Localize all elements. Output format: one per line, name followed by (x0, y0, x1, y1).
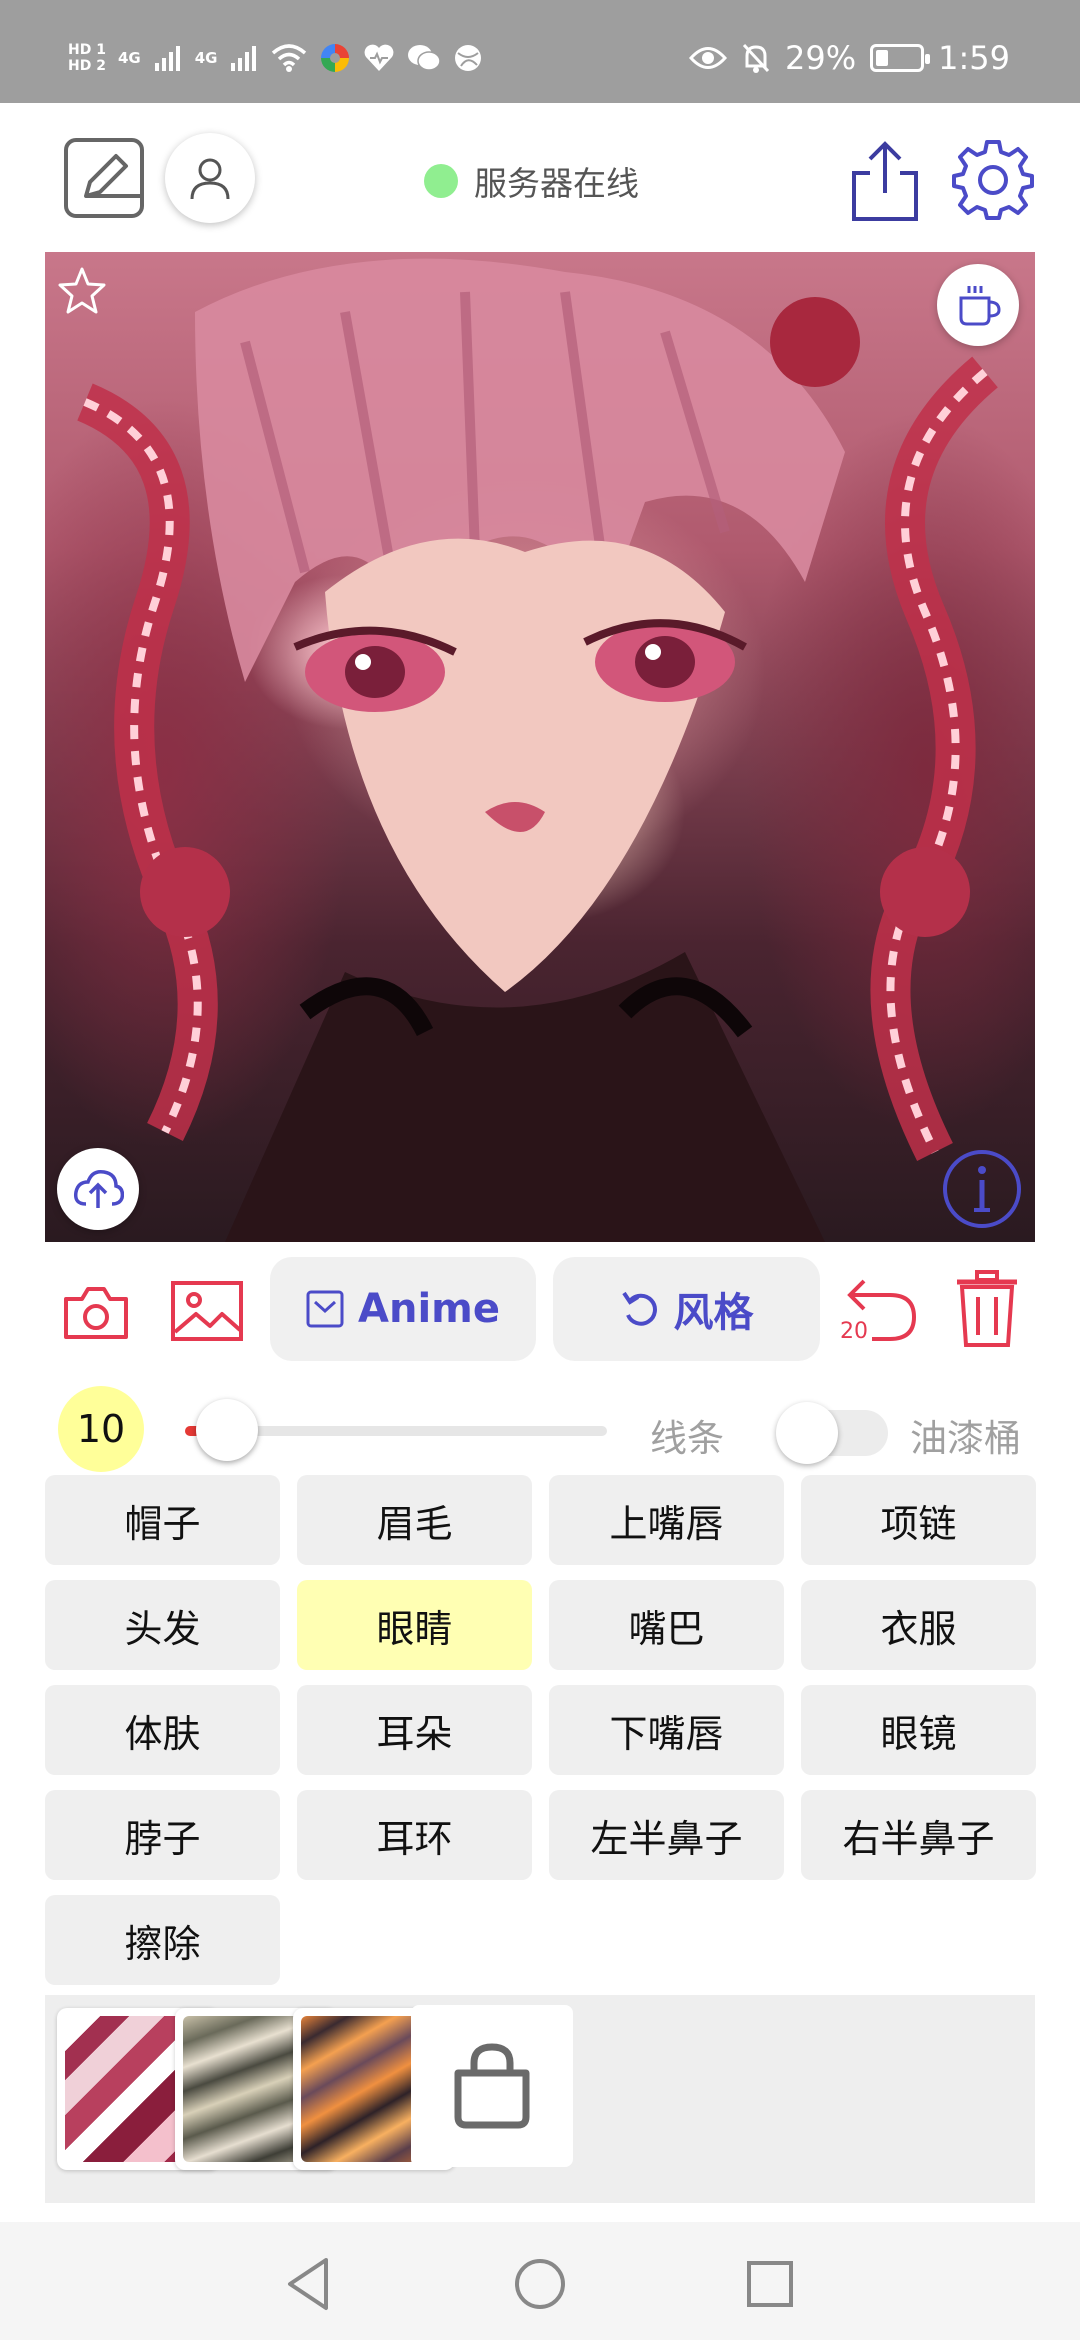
line-mode-label: 线条 (650, 1417, 724, 1460)
recents-square-icon (747, 2261, 793, 2307)
share-icon (852, 141, 918, 221)
label-button[interactable]: 下嘴唇 (549, 1685, 784, 1775)
nav-back-button[interactable] (280, 2254, 340, 2314)
style-button[interactable]: 风格 (553, 1257, 820, 1361)
label-button[interactable]: 上嘴唇 (549, 1475, 784, 1565)
label-button[interactable]: 右半鼻子 (801, 1790, 1036, 1880)
anime-mode-button[interactable]: Anime (270, 1257, 536, 1361)
server-status: 服务器在线 (424, 157, 639, 205)
gallery-icon (171, 1281, 243, 1341)
label-button[interactable]: 衣服 (801, 1580, 1036, 1670)
navigation-bar (0, 2222, 1080, 2340)
top-app-bar: 服务器在线 (0, 103, 1080, 253)
label-button[interactable]: 帽子 (45, 1475, 280, 1565)
health-icon (365, 44, 394, 71)
nav-home-button[interactable] (510, 2254, 570, 2314)
clock: 1:59 (938, 39, 1010, 77)
app-color-icon (321, 44, 350, 72)
checkbox-icon (306, 1290, 344, 1328)
status-bar: HD 1 HD 2 4G 4G 29% 1:59 (0, 0, 1080, 103)
label-button[interactable]: 眼睛 (297, 1580, 532, 1670)
anime-mode-label: Anime (358, 1286, 500, 1332)
label-button[interactable]: 眉毛 (297, 1475, 532, 1565)
style-palette (45, 1995, 1035, 2203)
edit-icon (64, 138, 144, 218)
info-button[interactable] (941, 1148, 1023, 1230)
brush-size-slider-thumb[interactable] (196, 1399, 258, 1461)
bucket-toggle-thumb (776, 1402, 838, 1464)
camera-button[interactable] (62, 1283, 130, 1341)
undo-button[interactable]: 20 (838, 1273, 920, 1344)
hd-tag-2: HD 2 (68, 58, 106, 74)
brush-size-slider[interactable] (185, 1399, 607, 1461)
label-button[interactable]: 眼镜 (801, 1685, 1036, 1775)
favorite-button[interactable] (57, 266, 107, 316)
anime-portrait-image (76, 258, 998, 1242)
wechat-icon (408, 45, 442, 71)
donate-button[interactable] (937, 264, 1019, 346)
style-shop-button[interactable] (411, 2005, 573, 2167)
label-button[interactable]: 项链 (801, 1475, 1036, 1565)
label-button[interactable]: 耳朵 (297, 1685, 532, 1775)
settings-button[interactable] (952, 138, 1034, 220)
trash-icon (957, 1270, 1017, 1347)
share-button[interactable] (848, 139, 922, 223)
server-status-text: 服务器在线 (474, 164, 639, 203)
coffee-icon (959, 286, 1001, 326)
style-label: 风格 (673, 1290, 754, 1336)
star-icon (58, 267, 106, 314)
home-circle-icon (515, 2259, 565, 2309)
label-button[interactable]: 脖子 (45, 1790, 280, 1880)
undo-count: 20 (840, 1319, 868, 1344)
brush-controls: 10 线条 油漆桶 (0, 1380, 1080, 1480)
bucket-toggle[interactable] (776, 1402, 888, 1464)
tool-row: Anime 风格 20 (0, 1255, 1080, 1365)
shopping-bag-icon (454, 2043, 530, 2129)
signal-icon (154, 46, 180, 71)
label-button[interactable]: 头发 (45, 1580, 280, 1670)
hd-indicator: HD 1 HD 2 (68, 42, 106, 74)
battery-icon (870, 44, 931, 72)
network-label-1: 4G (117, 49, 141, 67)
info-icon (943, 1150, 1021, 1228)
label-button[interactable]: 擦除 (45, 1895, 280, 1985)
profile-button[interactable] (165, 133, 255, 223)
wifi-icon (272, 44, 307, 72)
server-status-dot (424, 164, 458, 198)
hd-tag-1: HD 1 (68, 42, 106, 58)
gallery-button[interactable] (170, 1280, 244, 1342)
upload-button[interactable] (57, 1148, 139, 1230)
battery-percent: 29% (785, 39, 857, 77)
settings-icon (952, 140, 1034, 220)
network-label-2: 4G (194, 49, 218, 67)
bucket-mode-label: 油漆桶 (910, 1417, 1021, 1460)
label-button[interactable]: 体肤 (45, 1685, 280, 1775)
label-button[interactable]: 耳环 (297, 1790, 532, 1880)
mute-bell-icon (742, 43, 770, 73)
eye-icon (689, 47, 728, 69)
drawing-canvas[interactable] (45, 252, 1035, 1242)
label-button[interactable]: 左半鼻子 (549, 1790, 784, 1880)
delete-button[interactable] (954, 1269, 1020, 1349)
upload-icon (73, 1169, 124, 1208)
refresh-icon (621, 1291, 657, 1326)
signal-icon (231, 46, 257, 71)
brush-size-indicator: 10 (58, 1386, 144, 1472)
label-button[interactable]: 嘴巴 (549, 1580, 784, 1670)
profile-icon (190, 158, 230, 200)
nav-recents-button[interactable] (740, 2254, 800, 2314)
back-triangle-icon (288, 2258, 328, 2310)
browser-icon (455, 45, 482, 71)
camera-icon (64, 1287, 128, 1339)
edit-button[interactable] (62, 136, 146, 220)
